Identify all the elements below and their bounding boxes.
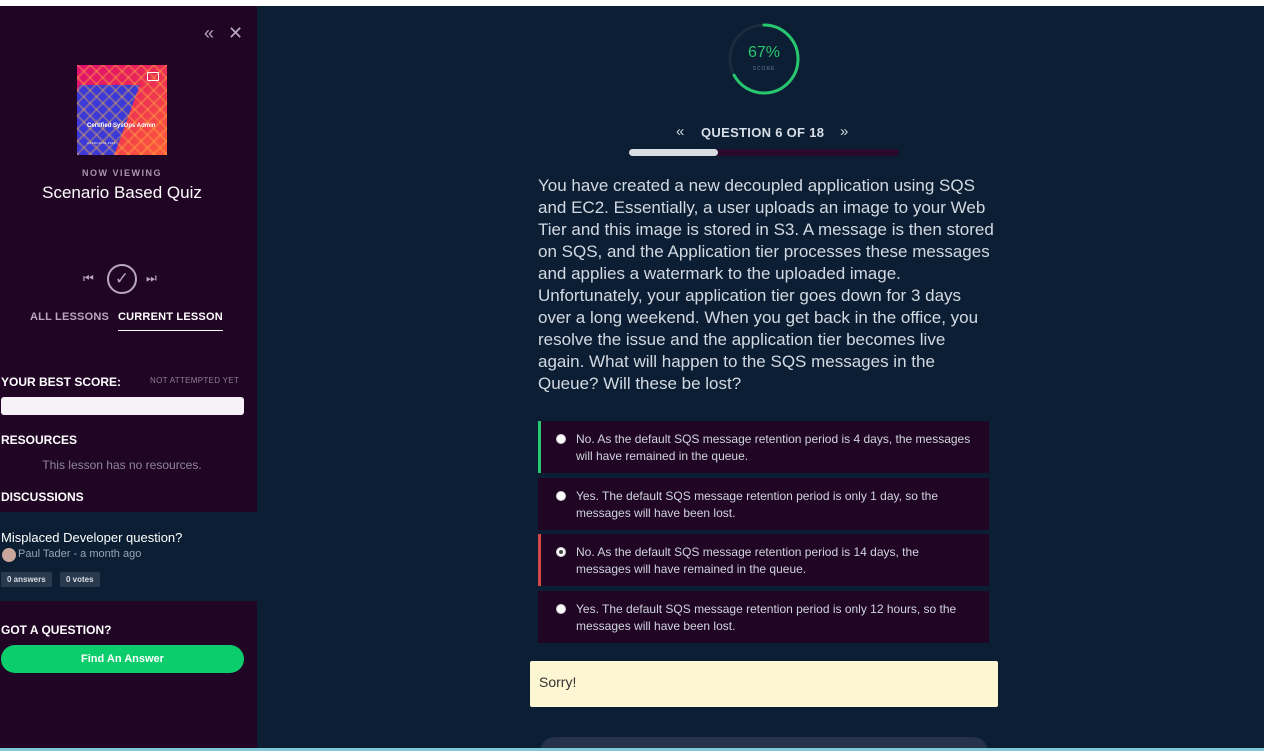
answer-option[interactable]: Yes. The default SQS message retention p… — [538, 478, 989, 530]
close-icon[interactable]: ✕ — [228, 24, 243, 42]
radio-button[interactable] — [556, 604, 566, 614]
skip-next-icon[interactable]: ⏭ — [146, 271, 157, 286]
best-score-status: NOT ATTEMPTED YET — [150, 376, 240, 385]
question-progress-bar — [629, 149, 899, 156]
course-cover-image: Certified SysOps Admin ASSOCIATE 2019 — [77, 65, 167, 155]
now-viewing-label: NOW VIEWING — [82, 168, 162, 178]
best-score-bar — [1, 397, 244, 415]
votes-count-badge: 0 votes — [60, 572, 100, 587]
radio-button[interactable] — [556, 491, 566, 501]
tab-all-lessons[interactable]: ALL LESSONS — [30, 311, 109, 323]
radio-button[interactable] — [556, 547, 566, 557]
got-question-heading: GOT A QUESTION? — [1, 623, 112, 637]
feedback-message: Sorry! — [530, 661, 998, 707]
complete-lesson-check-icon[interactable]: ✓ — [107, 264, 137, 294]
answer-option-text: No. As the default SQS message retention… — [576, 545, 919, 576]
score-percent: 67% — [747, 44, 781, 61]
course-cover-title: Certified SysOps Admin — [87, 123, 156, 129]
certificate-badge-icon — [147, 72, 159, 81]
question-text: You have created a new decoupled applica… — [538, 176, 994, 393]
next-question-icon[interactable]: » — [840, 123, 848, 140]
discussion-item[interactable]: Misplaced Developer question? Paul Tader… — [0, 512, 257, 601]
lesson-controls: ⏮ ✓ ⏭ — [83, 264, 163, 294]
discussions-heading: DISCUSSIONS — [1, 490, 84, 504]
answer-option[interactable]: No. As the default SQS message retention… — [538, 421, 989, 473]
answers-count-badge: 0 answers — [1, 572, 52, 587]
feedback-text: Sorry! — [539, 674, 577, 690]
previous-question-icon[interactable]: « — [676, 123, 684, 140]
question-counter: QUESTION 6 OF 18 — [701, 125, 825, 140]
discussion-title[interactable]: Misplaced Developer question? — [1, 530, 182, 545]
answer-option[interactable]: No. As the default SQS message retention… — [538, 534, 989, 586]
avatar — [2, 548, 16, 562]
course-cover-subtitle: ASSOCIATE 2019 — [87, 141, 116, 145]
skip-previous-icon[interactable]: ⏮ — [83, 271, 94, 286]
find-an-answer-button[interactable]: Find An Answer — [1, 645, 244, 673]
score-label: SCORE — [752, 66, 776, 72]
best-score-label: YOUR BEST SCORE: — [1, 375, 122, 389]
resources-empty-text: This lesson has no resources. — [42, 458, 202, 472]
course-title: Scenario Based Quiz — [42, 183, 202, 202]
answer-option-text: Yes. The default SQS message retention p… — [576, 602, 957, 633]
question-progress-fill — [629, 149, 719, 156]
tab-current-lesson[interactable]: CURRENT LESSON — [118, 311, 223, 331]
double-chevron-left-icon[interactable]: « — [204, 24, 214, 42]
discussion-meta: Paul Tader - a month ago — [18, 548, 142, 560]
answer-option-text: No. As the default SQS message retention… — [576, 432, 971, 463]
resources-heading: RESOURCES — [1, 433, 78, 447]
answer-option-text: Yes. The default SQS message retention p… — [576, 489, 938, 520]
answer-option[interactable]: Yes. The default SQS message retention p… — [538, 591, 989, 643]
sidebar: « ✕ Certified SysOps Admin ASSOCIATE 201… — [0, 6, 257, 748]
radio-button[interactable] — [556, 434, 566, 444]
